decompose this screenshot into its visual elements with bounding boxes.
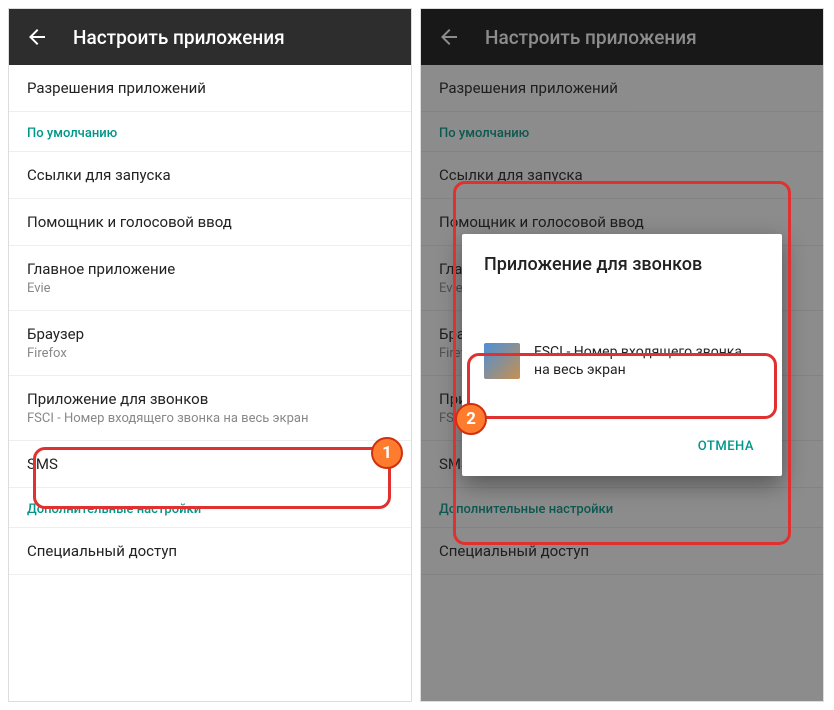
dialog-actions: ОТМЕНА	[462, 391, 782, 468]
item-browser[interactable]: Браузер Firefox	[9, 311, 411, 376]
phone-screen-2: Настроить приложения Разрешения приложен…	[420, 8, 824, 702]
item-assistant-voice[interactable]: Помощник и голосовой ввод	[9, 199, 411, 246]
cancel-button[interactable]: ОТМЕНА	[686, 431, 766, 462]
modal-overlay[interactable]: Приложение для звонков FSCI - Номер вход…	[421, 9, 823, 701]
item-phone-app[interactable]: Приложение для звонков FSCI - Номер вход…	[9, 376, 411, 441]
back-icon[interactable]	[25, 25, 49, 49]
page-title: Настроить приложения	[73, 26, 285, 49]
dialog-title: Приложение для звонков	[462, 254, 782, 295]
item-special-access[interactable]: Специальный доступ	[9, 528, 411, 575]
settings-list: Разрешения приложений По умолчанию Ссылк…	[9, 65, 411, 575]
spacer	[462, 295, 782, 331]
app-header: Настроить приложения	[9, 9, 411, 65]
phone-screen-1: Настроить приложения Разрешения приложен…	[8, 8, 412, 702]
badge-1: 1	[371, 437, 403, 469]
section-advanced: Дополнительные настройки	[9, 488, 411, 528]
badge-2: 2	[455, 403, 487, 435]
item-app-permissions[interactable]: Разрешения приложений	[9, 65, 411, 112]
app-icon	[484, 343, 520, 379]
item-sms[interactable]: SMS	[9, 441, 411, 488]
section-default: По умолчанию	[9, 112, 411, 152]
item-main-app[interactable]: Главное приложение Evie	[9, 246, 411, 311]
dialog-option-fsci[interactable]: FSCI - Номер входящего звонка на весь эк…	[462, 331, 782, 391]
item-launch-links[interactable]: Ссылки для запуска	[9, 152, 411, 199]
phone-app-dialog: Приложение для звонков FSCI - Номер вход…	[462, 234, 782, 476]
dialog-option-label: FSCI - Номер входящего звонка на весь эк…	[534, 343, 760, 379]
